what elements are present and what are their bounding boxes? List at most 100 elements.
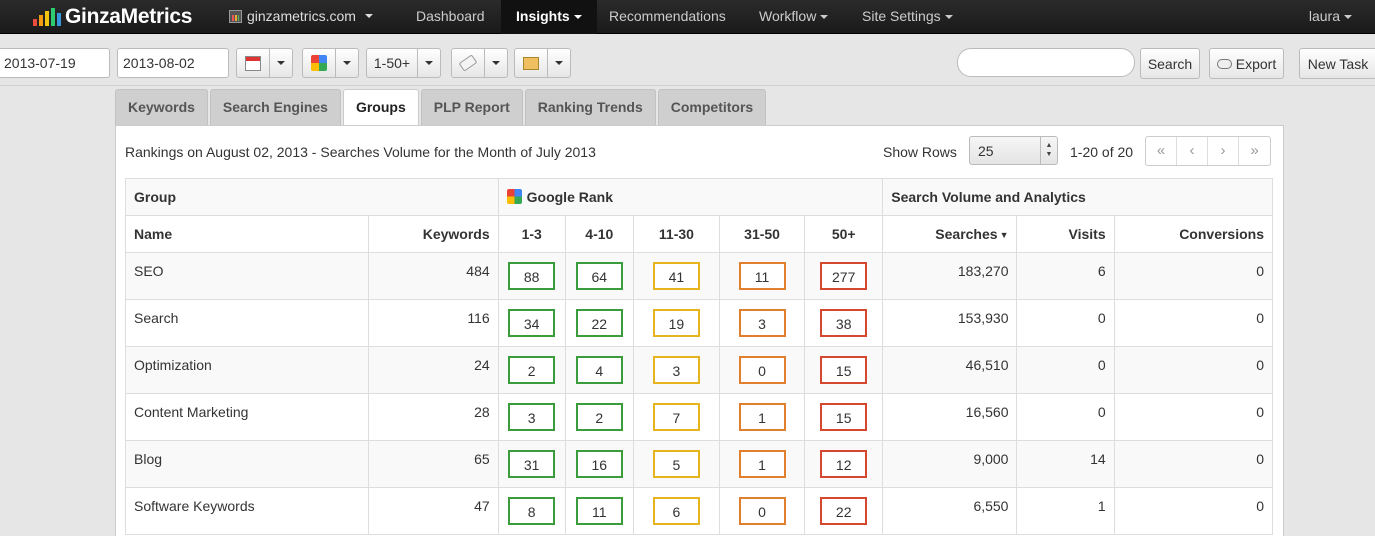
logo-bars-icon xyxy=(33,8,61,26)
visits-cell: 6 xyxy=(1016,252,1115,300)
table-row[interactable]: Content Marketing 28 3 2 7 1 15 16,560 0 0 xyxy=(124,393,1274,441)
nav-workflow[interactable]: Workflow xyxy=(744,0,843,34)
rank-count-badge[interactable]: 38 xyxy=(820,309,868,337)
nav-dashboard[interactable]: Dashboard xyxy=(401,0,500,34)
rank-4-10-cell: 4 xyxy=(564,346,634,394)
group-name-cell-value[interactable]: Content Marketing xyxy=(134,404,248,420)
tab-keywords[interactable]: Keywords xyxy=(115,89,208,125)
rank-count-badge[interactable]: 41 xyxy=(652,262,700,290)
tag-filter-dropdown-toggle[interactable] xyxy=(485,49,507,77)
first-page-button[interactable]: « xyxy=(1146,137,1177,165)
conversions-cell: 0 xyxy=(1113,299,1274,347)
table-row[interactable]: Optimization 24 2 4 3 0 15 46,510 0 0 xyxy=(124,346,1274,394)
col-rank-11-30[interactable]: 11-30 xyxy=(632,215,721,253)
rank-count-badge[interactable]: 15 xyxy=(820,403,868,431)
group-name-cell-value[interactable]: Blog xyxy=(134,451,162,467)
rank-count-badge[interactable]: 11 xyxy=(738,262,786,290)
rank-range-dropdown[interactable]: 1-50+ xyxy=(366,48,441,78)
google-rank-header: Google Rank xyxy=(497,178,884,216)
col-name[interactable]: Name xyxy=(124,215,370,253)
app-logo[interactable]: GinzaMetrics xyxy=(33,4,192,30)
site-selector[interactable]: ginzametrics.com xyxy=(229,8,373,24)
rank-count-badge[interactable]: 16 xyxy=(575,450,623,478)
col-rank-31-50[interactable]: 31-50 xyxy=(718,215,806,253)
searches-cell: 9,000 xyxy=(882,440,1018,488)
rank-count-badge[interactable]: 11 xyxy=(575,497,623,525)
col-rank-50-plus[interactable]: 50+ xyxy=(804,215,884,253)
rank-count-badge[interactable]: 0 xyxy=(738,497,786,525)
rank-count-badge[interactable]: 12 xyxy=(820,450,868,478)
export-button[interactable]: Export xyxy=(1209,48,1284,79)
rank-count-badge[interactable]: 5 xyxy=(652,450,700,478)
next-page-button[interactable]: › xyxy=(1208,137,1239,165)
search-input[interactable] xyxy=(957,48,1135,77)
rank-count-badge[interactable]: 2 xyxy=(575,403,623,431)
table-row[interactable]: Blog 65 31 16 5 1 12 9,000 14 0 xyxy=(124,440,1274,488)
group-name-cell-value[interactable]: Software Keywords xyxy=(134,498,255,514)
new-task-button[interactable]: New Task xyxy=(1299,48,1375,79)
search-button[interactable]: Search xyxy=(1140,48,1200,79)
tab-competitors[interactable]: Competitors xyxy=(657,89,767,125)
last-page-button[interactable]: » xyxy=(1239,137,1270,165)
rank-count-badge[interactable]: 3 xyxy=(508,403,556,431)
start-date-input[interactable]: 2013-07-19 xyxy=(0,48,110,78)
rank-count-badge[interactable]: 1 xyxy=(738,403,786,431)
nav-insights[interactable]: Insights xyxy=(501,0,597,34)
nav-site-settings[interactable]: Site Settings xyxy=(847,0,968,34)
calendar-dropdown-toggle[interactable] xyxy=(270,49,292,77)
col-visits[interactable]: Visits xyxy=(1016,215,1115,253)
rank-count-badge[interactable]: 15 xyxy=(820,356,868,384)
table-row[interactable]: SEO 484 88 64 41 11 277 183,270 6 0 xyxy=(124,252,1274,300)
rank-count-badge[interactable]: 4 xyxy=(575,356,623,384)
prev-page-button[interactable]: ‹ xyxy=(1177,137,1208,165)
end-date-input[interactable]: 2013-08-02 xyxy=(117,48,229,78)
rank-count-badge[interactable]: 88 xyxy=(508,262,556,290)
rank-count-badge[interactable]: 0 xyxy=(738,356,786,384)
notes-dropdown[interactable] xyxy=(514,48,571,78)
rank-count-badge[interactable]: 6 xyxy=(652,497,700,525)
tab-plp-report[interactable]: PLP Report xyxy=(420,89,523,125)
rank-count-badge[interactable]: 2 xyxy=(508,356,556,384)
calendar-dropdown[interactable] xyxy=(236,48,293,78)
rows-per-page-select[interactable]: 25 ▲ ▼ xyxy=(969,136,1058,165)
nav-recommendations[interactable]: Recommendations xyxy=(594,0,741,34)
rank-count-badge[interactable]: 22 xyxy=(820,497,868,525)
col-rank-1-3[interactable]: 1-3 xyxy=(497,215,566,253)
rank-count-badge[interactable]: 31 xyxy=(508,450,556,478)
rank-range-dropdown-toggle[interactable] xyxy=(418,49,440,77)
rank-count-badge[interactable]: 22 xyxy=(575,309,623,337)
table-row[interactable]: Software Keywords 47 8 11 6 0 22 6,550 1 0 xyxy=(124,487,1274,535)
search-engine-dropdown[interactable] xyxy=(302,48,359,78)
rank-count-badge[interactable]: 8 xyxy=(508,497,556,525)
col-keywords[interactable]: Keywords xyxy=(368,215,499,253)
rank-count-badge[interactable]: 19 xyxy=(652,309,700,337)
group-name-cell-value[interactable]: Optimization xyxy=(134,357,212,373)
notes-dropdown-toggle[interactable] xyxy=(548,49,570,77)
rank-count-badge[interactable]: 64 xyxy=(575,262,623,290)
keywords-count-cell: 47 xyxy=(368,487,499,535)
searches-cell-value: 16,560 xyxy=(965,404,1009,420)
rank-count-badge[interactable]: 1 xyxy=(738,450,786,478)
tag-filter-dropdown[interactable] xyxy=(451,48,508,78)
visits-cell-value: 14 xyxy=(1090,451,1106,467)
rank-50-plus-cell: 15 xyxy=(804,393,884,441)
col-rank-4-10[interactable]: 4-10 xyxy=(564,215,634,253)
table-row[interactable]: Search 116 34 22 19 3 38 153,930 0 0 xyxy=(124,299,1274,347)
rank-count-badge[interactable]: 3 xyxy=(652,356,700,384)
search-engine-dropdown-toggle[interactable] xyxy=(336,49,358,77)
col-conversions[interactable]: Conversions xyxy=(1113,215,1274,253)
tab-groups[interactable]: Groups xyxy=(342,89,419,125)
rank-count-badge[interactable]: 7 xyxy=(652,403,700,431)
user-menu[interactable]: laura xyxy=(1309,0,1352,34)
col-searches[interactable]: Searches ▼ xyxy=(882,215,1018,253)
chevron-down-icon xyxy=(573,15,582,20)
group-name-cell-value[interactable]: Search xyxy=(134,310,178,326)
group-name-cell-value[interactable]: SEO xyxy=(134,263,164,279)
rank-count-badge[interactable]: 3 xyxy=(738,309,786,337)
tab-search-engines[interactable]: Search Engines xyxy=(209,89,341,125)
keywords-count-cell-value: 47 xyxy=(474,498,490,514)
tab-ranking-trends[interactable]: Ranking Trends xyxy=(524,89,656,125)
calendar-icon xyxy=(245,55,261,71)
rank-count-badge[interactable]: 34 xyxy=(508,309,556,337)
rank-count-badge[interactable]: 277 xyxy=(820,262,868,290)
